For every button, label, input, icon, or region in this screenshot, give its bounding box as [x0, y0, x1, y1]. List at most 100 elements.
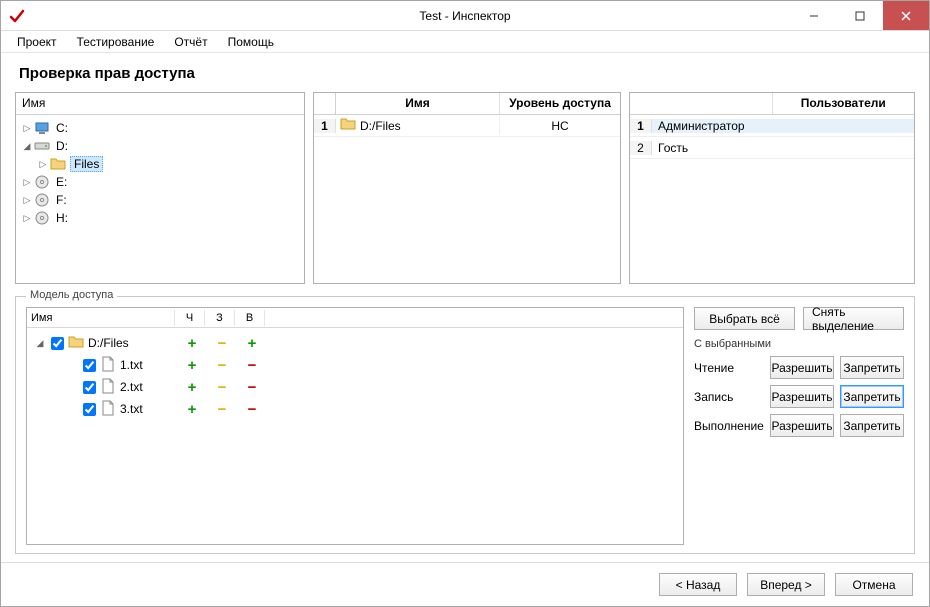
model-header-read: Ч — [175, 310, 205, 326]
users-body[interactable]: 1Администратор2Гость — [630, 115, 914, 283]
menu-testing[interactable]: Тестирование — [67, 31, 165, 52]
menu-report[interactable]: Отчёт — [164, 31, 217, 52]
model-header-name: Имя — [27, 310, 175, 326]
access-model-title: Модель доступа — [26, 289, 117, 301]
row-number: 1 — [630, 119, 652, 133]
tree-toggle-icon[interactable]: ▷ — [36, 159, 50, 170]
tree-item-label: H: — [54, 211, 70, 225]
allow-button[interactable]: Разрешить — [770, 385, 834, 408]
model-tree-header: Имя Ч З В — [27, 308, 683, 328]
tree-toggle-icon[interactable]: ▷ — [20, 123, 34, 134]
tree-toggle-icon[interactable]: ▷ — [20, 195, 34, 206]
wizard-buttons: < Назад Вперед > Отмена — [1, 562, 929, 606]
model-item-checkbox[interactable] — [83, 403, 96, 416]
model-row: Имя Ч З В ◢D:/Files+−+1.txt+−−2.txt+−−3.… — [26, 307, 904, 545]
menu-bar: Проект Тестирование Отчёт Помощь — [1, 31, 929, 53]
model-item-checkbox[interactable] — [83, 359, 96, 372]
back-button[interactable]: < Назад — [659, 573, 737, 596]
model-row-item[interactable]: 1.txt+−− — [29, 354, 681, 376]
drives-tree[interactable]: ▷C:◢D:▷Files▷E:▷F:▷H: — [16, 115, 304, 283]
drives-panel: Имя ▷C:◢D:▷Files▷E:▷F:▷H: — [15, 92, 305, 284]
side-controls: Выбрать всё Снять выделение С выбранными… — [694, 307, 904, 545]
drive-tree-item[interactable]: ▷C: — [18, 119, 302, 137]
drive-tree-item[interactable]: ▷ H: — [18, 209, 302, 227]
tree-toggle-icon[interactable]: ◢ — [33, 338, 47, 349]
access-header-num — [314, 93, 336, 114]
drive-tree-item[interactable]: ▷Files — [18, 155, 302, 173]
deny-button[interactable]: Запретить — [840, 385, 904, 408]
perm-write: − — [207, 379, 237, 396]
deselect-button[interactable]: Снять выделение — [803, 307, 904, 330]
close-button[interactable] — [883, 1, 929, 30]
computer-icon — [34, 120, 50, 136]
access-row[interactable]: 1D:/FilesНС — [314, 115, 620, 137]
selection-buttons: Выбрать всё Снять выделение — [694, 307, 904, 330]
access-panel: Имя Уровень доступа 1D:/FilesНС — [313, 92, 621, 284]
drive-tree-item[interactable]: ▷F: — [18, 191, 302, 209]
model-item-label: D:/Files — [88, 336, 129, 350]
perm-line: ЧтениеРазрешитьЗапретить — [694, 356, 904, 379]
perm-line: ВыполнениеРазрешитьЗапретить — [694, 414, 904, 437]
model-item-checkbox[interactable] — [83, 381, 96, 394]
perm-label: Запись — [694, 390, 764, 404]
users-row[interactable]: 2Гость — [630, 137, 914, 159]
file-icon — [100, 356, 116, 375]
users-row[interactable]: 1Администратор — [630, 115, 914, 137]
next-button[interactable]: Вперед > — [747, 573, 825, 596]
model-item-name: 3.txt — [29, 400, 177, 419]
users-panel: Пользователи 1Администратор2Гость — [629, 92, 915, 284]
access-header-level: Уровень доступа — [500, 93, 620, 114]
row-level: НС — [500, 119, 620, 133]
menu-help[interactable]: Помощь — [218, 31, 284, 52]
file-icon — [100, 400, 116, 419]
folder-icon — [68, 334, 84, 353]
model-tree-panel: Имя Ч З В ◢D:/Files+−+1.txt+−−2.txt+−−3.… — [26, 307, 684, 545]
select-all-button[interactable]: Выбрать всё — [694, 307, 795, 330]
perm-read: + — [177, 357, 207, 374]
model-row-item[interactable]: 3.txt+−− — [29, 398, 681, 420]
model-header-write: З — [205, 310, 235, 326]
file-icon — [100, 378, 116, 397]
maximize-button[interactable] — [837, 1, 883, 30]
allow-button[interactable]: Разрешить — [770, 356, 834, 379]
model-item-label: 3.txt — [120, 402, 143, 416]
user-name: Администратор — [652, 119, 914, 133]
tree-toggle-icon[interactable]: ▷ — [20, 213, 34, 224]
access-header: Имя Уровень доступа — [314, 93, 620, 115]
disc-icon — [34, 210, 50, 226]
disc-icon — [34, 192, 50, 208]
access-body[interactable]: 1D:/FilesНС — [314, 115, 620, 283]
window-title: Test - Инспектор — [1, 9, 929, 23]
model-row-item[interactable]: ◢D:/Files+−+ — [29, 332, 681, 354]
menu-project[interactable]: Проект — [7, 31, 67, 52]
tree-toggle-icon[interactable]: ▷ — [20, 177, 34, 188]
model-row-item[interactable]: 2.txt+−− — [29, 376, 681, 398]
drive-tree-item[interactable]: ▷ E: — [18, 173, 302, 191]
tree-item-label: E: — [54, 175, 69, 189]
users-header-num — [630, 93, 773, 114]
model-item-name: ◢ D:/Files — [29, 334, 177, 353]
perm-write: − — [207, 335, 237, 352]
perm-exec: − — [237, 379, 267, 396]
model-item-name: 2.txt — [29, 378, 177, 397]
row-number: 2 — [630, 141, 652, 155]
perm-line: Запись Разрешить Запретить — [694, 385, 904, 408]
deny-button[interactable]: Запретить — [840, 356, 904, 379]
allow-button[interactable]: Разрешить — [770, 414, 834, 437]
deny-button[interactable]: Запретить — [840, 414, 904, 437]
perm-read: + — [177, 379, 207, 396]
model-item-label: 2.txt — [120, 380, 143, 394]
row-number: 1 — [314, 119, 336, 133]
tree-toggle-icon[interactable]: ◢ — [20, 141, 34, 152]
title-bar: Test - Инспектор — [1, 1, 929, 31]
top-panels: Имя ▷C:◢D:▷Files▷E:▷F:▷H: Имя Уровень до… — [15, 92, 915, 284]
perm-read: + — [177, 401, 207, 418]
content-area: Проверка прав доступа Имя ▷C:◢D:▷Files▷E… — [1, 53, 929, 562]
perm-read: + — [177, 335, 207, 352]
drive-tree-item[interactable]: ◢D: — [18, 137, 302, 155]
model-item-checkbox[interactable] — [51, 337, 64, 350]
model-item-label: 1.txt — [120, 358, 143, 372]
minimize-button[interactable] — [791, 1, 837, 30]
model-tree-body[interactable]: ◢D:/Files+−+1.txt+−−2.txt+−−3.txt+−− — [27, 328, 683, 544]
cancel-button[interactable]: Отмена — [835, 573, 913, 596]
